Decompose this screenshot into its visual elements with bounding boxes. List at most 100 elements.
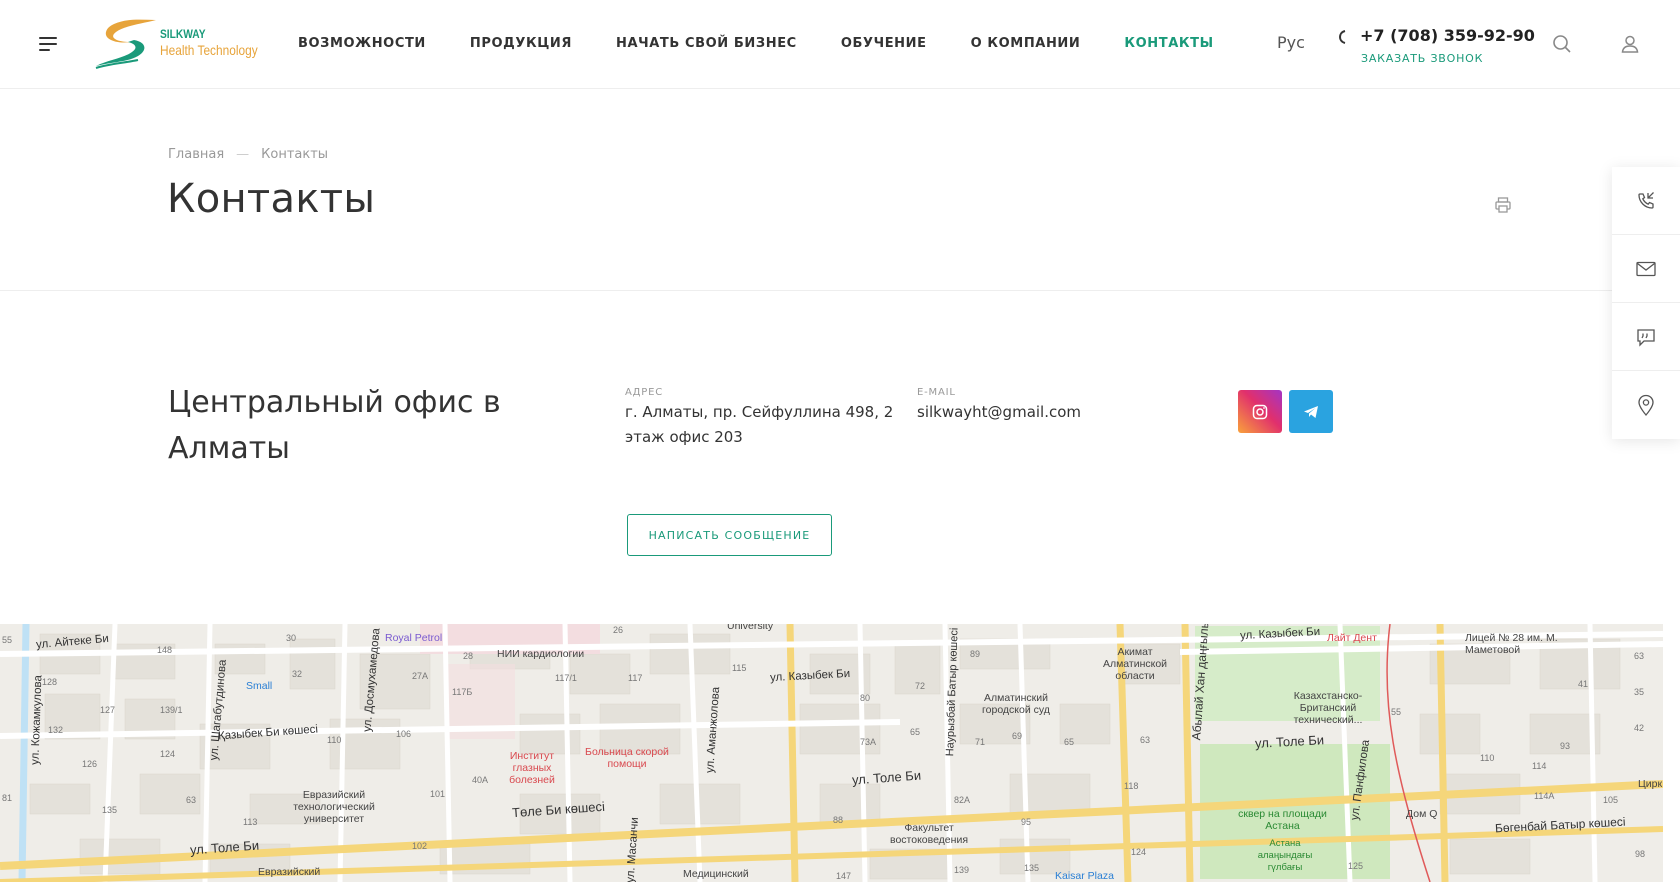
map-street-label: ул. Толе Би xyxy=(1254,732,1325,751)
map-house-number: 88 xyxy=(833,815,844,825)
map-house-number: 98 xyxy=(1635,849,1646,859)
map-house-number: 113 xyxy=(243,817,258,827)
map-house-number: 117 xyxy=(628,673,643,683)
nav-item-start-business[interactable]: НАЧАТЬ СВОЙ БИЗНЕС xyxy=(616,36,797,51)
map-place-label: Цирк xyxy=(1638,778,1663,790)
logo-line2: Health Technology xyxy=(160,42,258,58)
callback-phone-icon[interactable] xyxy=(1612,167,1680,235)
map-house-number: 35 xyxy=(1634,687,1645,697)
map-house-number: 118 xyxy=(1124,781,1139,791)
map-house-number: 81 xyxy=(2,793,13,803)
logo-mark-icon xyxy=(95,19,156,69)
phone-icon xyxy=(1338,30,1348,48)
email-link[interactable]: silkwayht@gmail.com xyxy=(917,400,1147,425)
map-house-number: 125 xyxy=(1348,861,1364,871)
address-value: г. Алматы, пр. Сейфуллина 498, 2 этаж оф… xyxy=(625,403,894,446)
map-house-number: 41 xyxy=(1578,679,1589,689)
map-house-number: 127 xyxy=(100,705,116,715)
map-house-number: 72 xyxy=(915,681,926,691)
print-icon[interactable] xyxy=(1494,196,1512,214)
map-place-label: Институт глазных болезней xyxy=(509,750,555,786)
map-place-label: Больница скорой помощи xyxy=(585,746,669,770)
address-block: АДРЕС г. Алматы, пр. Сейфуллина 498, 2 э… xyxy=(625,387,895,450)
map-house-number: 80 xyxy=(860,693,871,703)
nav-item-features[interactable]: ВОЗМОЖНОСТИ xyxy=(298,36,426,51)
nav-item-about[interactable]: О КОМПАНИИ xyxy=(971,36,1081,51)
map-place-label: Дом Q xyxy=(1406,808,1438,820)
map-place-label: Акимат Алматинской области xyxy=(1102,646,1168,682)
telegram-icon[interactable] xyxy=(1289,390,1333,433)
map-house-number: 63 xyxy=(1140,735,1151,745)
breadcrumb-current: Контакты xyxy=(261,147,329,162)
map-house-number: 124 xyxy=(160,749,176,759)
map-place-label: НИИ кардиологии xyxy=(497,648,585,660)
nav-item-training[interactable]: ОБУЧЕНИЕ xyxy=(841,36,927,51)
map-house-number: 126 xyxy=(82,759,98,769)
map-place-label: Алматинский городской суд xyxy=(982,692,1050,716)
map-place-label: Евразийский xyxy=(258,866,321,878)
map-house-number: 106 xyxy=(396,729,412,739)
write-message-button[interactable]: НАПИСАТЬ СООБЩЕНИЕ xyxy=(627,514,832,556)
map-place-label: сквер на площади Астана xyxy=(1238,808,1327,832)
map-house-number: 55 xyxy=(2,635,13,645)
social-links xyxy=(1238,390,1333,433)
map-house-number: 117Б xyxy=(452,687,473,697)
map-house-number: 135 xyxy=(102,805,118,815)
map-place-label: Small xyxy=(246,680,273,692)
map-house-number: 73А xyxy=(860,737,877,747)
map-house-number: 147 xyxy=(836,871,852,881)
mail-icon[interactable] xyxy=(1612,235,1680,303)
map-house-number: 65 xyxy=(1064,737,1075,747)
phone-number[interactable]: +7 (708) 359-92-90 xyxy=(1360,26,1535,45)
map-house-number: 101 xyxy=(430,789,446,799)
map-place-label: Лицей № 28 им. М. Маметовой xyxy=(1465,632,1558,656)
breadcrumb-separator: — xyxy=(236,147,250,162)
map-house-number: 40А xyxy=(472,775,489,785)
nav-item-contacts[interactable]: КОНТАКТЫ xyxy=(1124,36,1213,51)
nav-item-products[interactable]: ПРОДУКЦИЯ xyxy=(470,36,572,51)
office-title: Центральный офис в Алматы xyxy=(168,385,501,466)
map-house-number: 132 xyxy=(48,725,64,735)
map-house-number: 93 xyxy=(1560,741,1571,751)
map-house-number: 26 xyxy=(613,625,624,635)
map-place-label: Евразийский технологический университет xyxy=(293,789,375,825)
map-house-number: 117/1 xyxy=(555,673,577,683)
map-house-number: 55 xyxy=(1391,707,1402,717)
page-title: Контакты xyxy=(167,176,376,222)
map-house-number: 63 xyxy=(1634,651,1645,661)
office-map[interactable]: ул. Айтеке Би ул. Кожамкулова ул. Шагабу… xyxy=(0,624,1663,882)
map-house-number: 89 xyxy=(970,649,981,659)
map-house-number: 63 xyxy=(186,795,197,805)
map-house-number: 135 xyxy=(1024,863,1040,873)
map-house-number: 110 xyxy=(1480,753,1495,763)
map-place-label: Royal Petrol xyxy=(385,632,443,644)
map-place-label: Лайт Дент xyxy=(1327,632,1377,644)
map-place-label: Казахстанско-Британский технический... xyxy=(1293,690,1363,726)
map-place-label: Медицинский xyxy=(683,868,749,880)
search-icon[interactable] xyxy=(1552,34,1572,54)
map-place-label: University xyxy=(727,624,774,632)
location-pin-icon[interactable] xyxy=(1612,371,1680,439)
email-label: E-MAIL xyxy=(917,387,956,398)
map-house-number: 65 xyxy=(910,727,921,737)
language-switch[interactable]: Рус xyxy=(1277,33,1305,52)
company-logo[interactable]: SILKWAY Health Technology xyxy=(94,14,260,74)
map-house-number: 128 xyxy=(42,677,58,687)
chat-icon[interactable] xyxy=(1612,303,1680,371)
map-house-number: 148 xyxy=(157,645,173,655)
map-house-number: 115 xyxy=(732,663,747,673)
main-nav: ВОЗМОЖНОСТИ ПРОДУКЦИЯ НАЧАТЬ СВОЙ БИЗНЕС… xyxy=(298,36,1258,51)
breadcrumb-home[interactable]: Главная xyxy=(168,147,224,162)
burger-menu-icon[interactable] xyxy=(39,37,57,51)
map-house-number: 71 xyxy=(975,737,986,747)
order-callback-link[interactable]: ЗАКАЗАТЬ ЗВОНОК xyxy=(1361,52,1483,65)
map-house-number: 110 xyxy=(327,735,342,745)
map-place-label: Kaisar Plaza xyxy=(1055,870,1114,882)
instagram-icon[interactable] xyxy=(1238,390,1282,433)
map-house-number: 28 xyxy=(463,651,474,661)
map-house-number: 139/1 xyxy=(160,705,183,715)
map-house-number: 105 xyxy=(1603,795,1619,805)
map-house-number: 114 xyxy=(1532,761,1547,771)
map-house-number: 82А xyxy=(954,795,971,805)
user-icon[interactable] xyxy=(1620,34,1640,54)
